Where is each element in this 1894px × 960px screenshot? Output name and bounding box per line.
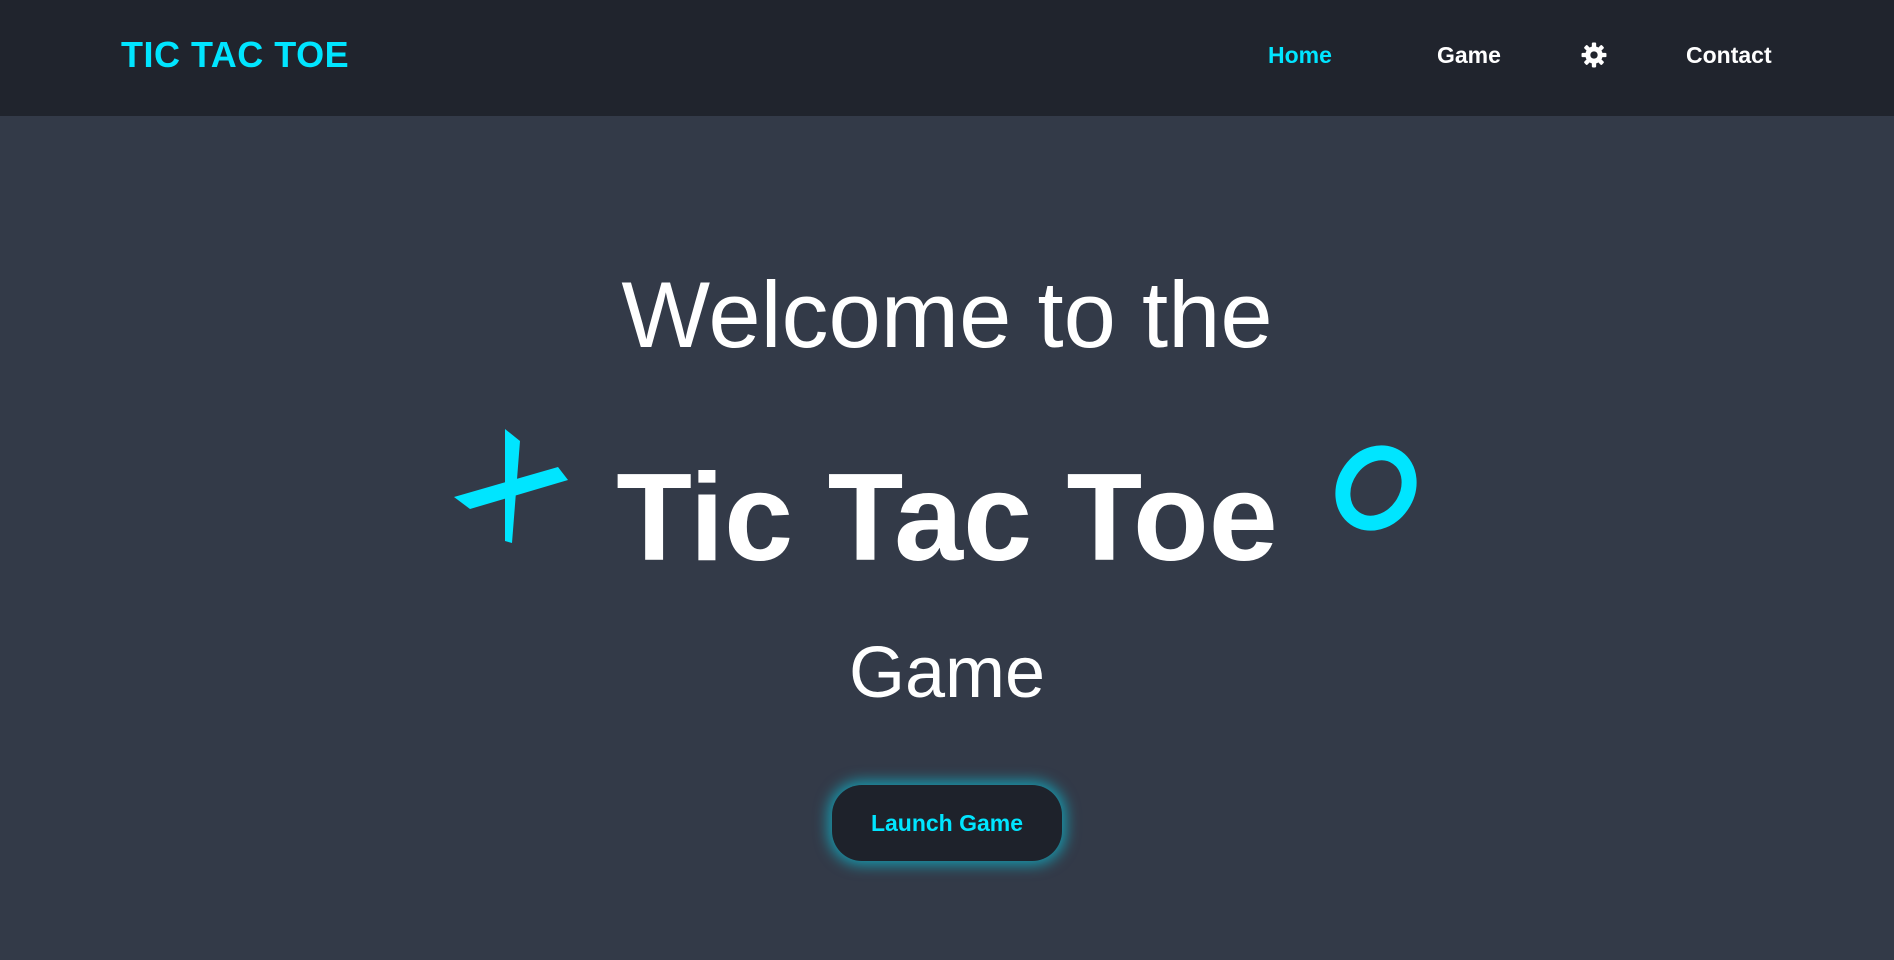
navbar: TIC TAC TOE Home Game Contact: [0, 0, 1894, 116]
nav-link-contact[interactable]: Contact: [1686, 40, 1772, 70]
o-mark-icon: [1328, 440, 1424, 536]
brand-logo[interactable]: TIC TAC TOE: [121, 33, 349, 77]
gear-icon[interactable]: [1581, 42, 1607, 68]
game-title: Tic Tac Toe: [616, 449, 1278, 587]
nav-link-game[interactable]: Game: [1437, 40, 1501, 70]
welcome-heading: Welcome to the: [621, 262, 1273, 367]
nav-link-home[interactable]: Home: [1268, 40, 1332, 70]
launch-game-button[interactable]: Launch Game: [832, 785, 1062, 861]
game-subheading: Game: [848, 633, 1046, 713]
